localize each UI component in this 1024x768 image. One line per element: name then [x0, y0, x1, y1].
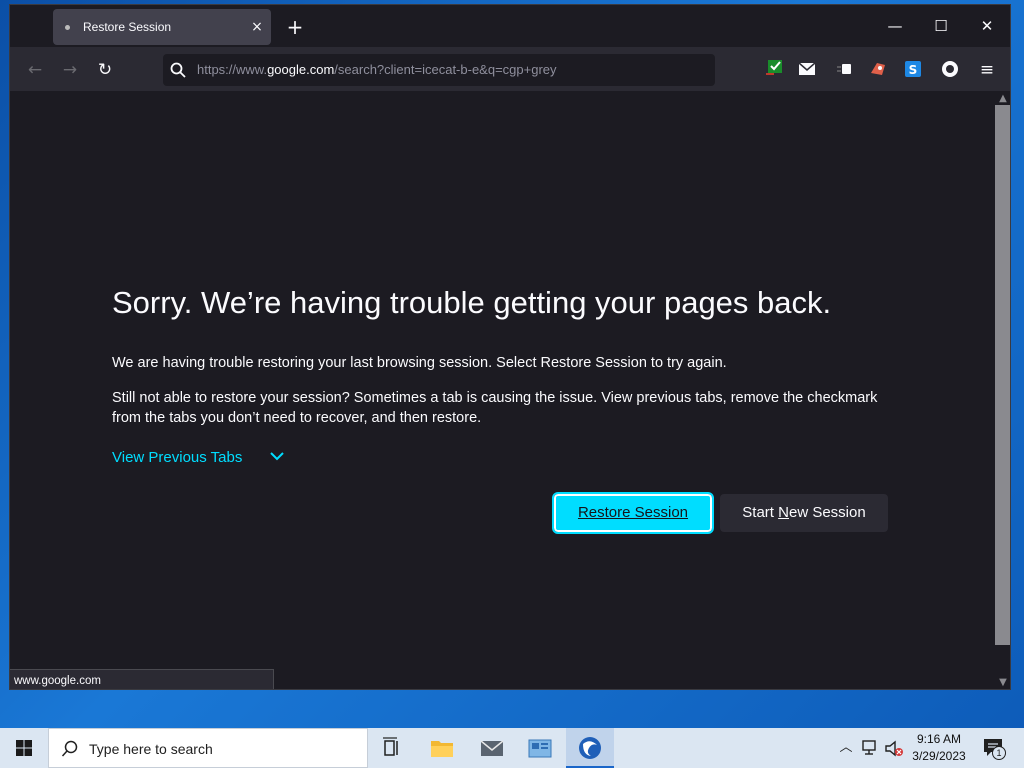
tab-title: Restore Session	[83, 20, 172, 34]
mail-app-icon[interactable]	[474, 733, 510, 763]
task-view-icon[interactable]	[374, 733, 410, 763]
taskbar: Type here to search ︿ 9:16 AM 3/29/2023 …	[0, 728, 1024, 768]
menu-button[interactable]: ≡	[974, 57, 1000, 83]
circle-extension-icon[interactable]	[940, 59, 960, 79]
minimize-button[interactable]: —	[880, 13, 910, 39]
windows-start-icon[interactable]	[0, 728, 48, 768]
reload-button[interactable]: ↻	[92, 57, 118, 83]
url-path: /search?client=icecat-b-e&q=cgp+grey	[334, 62, 557, 77]
taskbar-browser-button[interactable]	[566, 728, 614, 768]
button-label-rest: ew Session	[788, 504, 866, 521]
notification-count-badge: 1	[992, 746, 1006, 760]
start-new-session-button[interactable]: Start New Session	[720, 494, 888, 532]
extension-icon[interactable]	[835, 59, 855, 79]
navigation-toolbar: ← → ↻ https://www.google.com/search?clie…	[10, 47, 1010, 91]
search-icon	[170, 62, 186, 78]
status-url: www.google.com	[10, 669, 274, 689]
url-host: google.com	[267, 62, 335, 77]
checkmark-extension-icon[interactable]	[765, 59, 785, 79]
file-explorer-icon[interactable]	[424, 733, 460, 763]
page-title: Sorry. We’re having trouble getting your…	[112, 285, 832, 320]
page-content: Sorry. We’re having trouble getting your…	[10, 91, 1010, 689]
restore-session-button[interactable]: Restore Session	[552, 492, 714, 534]
close-window-button[interactable]: ✕	[972, 13, 1002, 39]
search-icon	[61, 740, 78, 757]
system-clock[interactable]: 9:16 AM 3/29/2023	[900, 731, 978, 765]
mail-icon[interactable]	[797, 59, 817, 79]
new-tab-button[interactable]: +	[284, 16, 306, 38]
scroll-up-icon[interactable]: ▲	[995, 93, 1010, 105]
help-text: Still not able to restore your session? …	[112, 390, 878, 426]
button-label-start: Start	[742, 504, 779, 521]
title-bar: Restore Session × + — ☐ ✕	[10, 5, 1010, 47]
tab-loading-indicator	[65, 25, 70, 30]
scroll-thumb[interactable]	[995, 105, 1010, 645]
clock-time: 9:16 AM	[916, 732, 962, 746]
chevron-down-icon[interactable]	[268, 447, 286, 465]
taskbar-search-input[interactable]: Type here to search	[48, 728, 368, 768]
maximize-button[interactable]: ☐	[926, 13, 956, 39]
view-previous-tabs-toggle[interactable]: View Previous Tabs	[112, 449, 242, 466]
bug-extension-icon[interactable]	[868, 59, 888, 79]
url-text[interactable]: https://www.google.com/search?client=ice…	[197, 54, 557, 86]
description-text: We are having trouble restoring your las…	[112, 355, 727, 371]
vertical-scrollbar[interactable]: ▲ ▼	[992, 91, 1010, 689]
url-bar[interactable]: https://www.google.com/search?client=ice…	[163, 54, 715, 86]
search-placeholder: Type here to search	[89, 741, 213, 757]
browser-window: Restore Session × + — ☐ ✕ ← → ↻ https://…	[9, 4, 1011, 690]
s-extension-icon[interactable]: S	[903, 59, 923, 79]
url-prefix: https://www.	[197, 62, 268, 77]
button-accelerator: N	[778, 504, 789, 521]
icecat-browser-icon	[579, 737, 601, 759]
svg-text:S: S	[909, 63, 918, 77]
clock-date: 3/29/2023	[912, 749, 966, 763]
forward-button[interactable]: →	[57, 57, 83, 83]
back-button[interactable]: ←	[22, 57, 48, 83]
tab-restore-session[interactable]: Restore Session ×	[53, 9, 271, 45]
scroll-down-icon[interactable]: ▼	[995, 677, 1010, 689]
tab-close-icon[interactable]: ×	[247, 17, 267, 37]
chevron-up-icon[interactable]: ︿	[838, 739, 854, 757]
control-panel-icon[interactable]	[522, 733, 558, 763]
notification-center-button[interactable]: 1	[982, 736, 1006, 760]
network-icon[interactable]	[862, 740, 880, 756]
